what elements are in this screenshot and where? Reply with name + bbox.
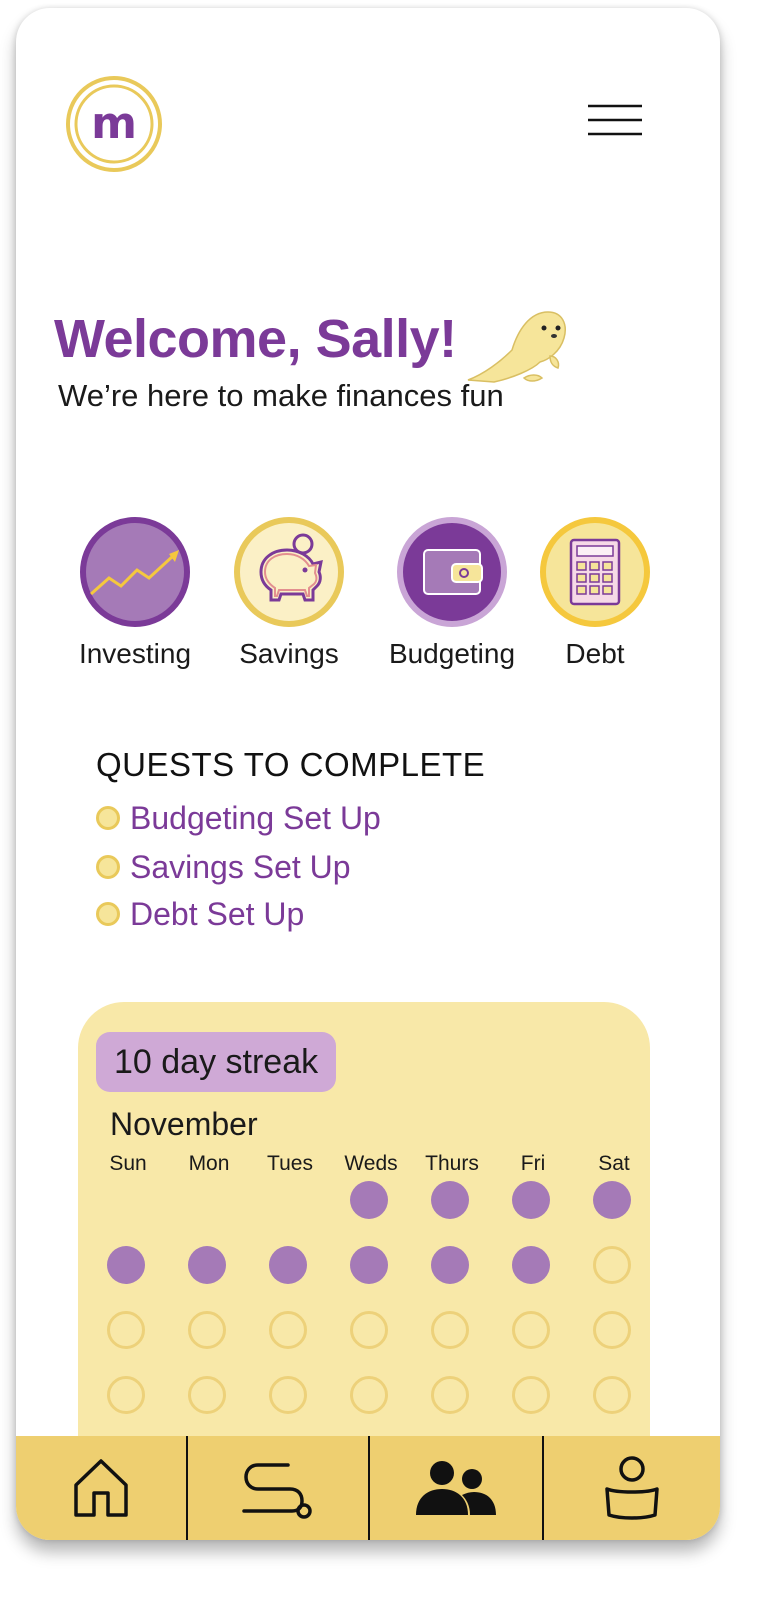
day-of-week-label: Weds: [344, 1152, 398, 1175]
bottom-navigation: [16, 1436, 720, 1540]
category-label: Savings: [239, 638, 339, 669]
seal-icon: [467, 311, 566, 383]
day-of-week-label: Thurs: [425, 1152, 479, 1175]
phone-screen: m Welcome, Sally! We’re here to make fin…: [16, 8, 720, 1540]
chart-trend-up-icon: [79, 516, 191, 628]
community-people-icon: [416, 1461, 496, 1515]
day-of-week-label: Sat: [598, 1152, 630, 1175]
nav-home-button[interactable]: [16, 1436, 186, 1540]
calendar-day-pending[interactable]: [512, 1376, 550, 1414]
day-of-week-label: Fri: [520, 1152, 546, 1175]
quest-label: Savings Set Up: [130, 848, 351, 885]
category-budgeting[interactable]: Budgeting: [368, 516, 536, 670]
wallet-icon: [396, 516, 508, 628]
quest-item-savings[interactable]: Savings Set Up: [96, 847, 351, 887]
calendar-day-pending[interactable]: [593, 1376, 631, 1414]
path-route-icon: [242, 1463, 312, 1519]
calendar-day-pending[interactable]: [431, 1376, 469, 1414]
calendar-day-completed[interactable]: [188, 1246, 226, 1284]
calendar-day-pending[interactable]: [107, 1311, 145, 1349]
calendar-day-pending[interactable]: [188, 1311, 226, 1349]
logo-letter: m: [91, 98, 137, 149]
calculator-icon: [539, 516, 651, 628]
calendar-day-completed[interactable]: [350, 1181, 388, 1219]
calendar-day-pending[interactable]: [107, 1376, 145, 1414]
logo-icon: m: [66, 76, 162, 172]
category-label: Debt: [565, 638, 625, 669]
calendar-day-pending[interactable]: [593, 1311, 631, 1349]
quest-label: Debt Set Up: [130, 895, 305, 932]
nav-profile-button[interactable]: [544, 1436, 720, 1540]
calendar-day-pending[interactable]: [350, 1311, 388, 1349]
streak-badge: 10 day streak: [96, 1032, 337, 1092]
welcome-heading: Welcome, Sally!: [54, 309, 457, 369]
home-icon: [74, 1459, 128, 1517]
day-of-week-label: Tues: [267, 1152, 313, 1175]
quests-heading: QUESTS TO COMPLETE: [96, 746, 486, 783]
calendar-day-completed[interactable]: [431, 1181, 469, 1219]
quest-item-budgeting[interactable]: Budgeting Set Up: [96, 798, 381, 838]
day-of-week-label: Sun: [109, 1152, 147, 1175]
day-of-week-label: Mon: [188, 1152, 230, 1175]
quest-label: Budgeting Set Up: [130, 799, 381, 836]
calendar-day-completed[interactable]: [431, 1246, 469, 1284]
calendar-day-pending[interactable]: [512, 1311, 550, 1349]
calendar-day-completed[interactable]: [593, 1181, 631, 1219]
category-label: Investing: [78, 638, 192, 669]
category-debt[interactable]: Debt: [520, 516, 670, 670]
calendar-day-completed[interactable]: [269, 1246, 307, 1284]
seal-mascot-illustration: [464, 304, 568, 386]
calendar-day-completed[interactable]: [107, 1246, 145, 1284]
hamburger-menu-button[interactable]: [576, 96, 656, 148]
calendar-day-pending[interactable]: [350, 1376, 388, 1414]
quest-status-dot: [96, 902, 120, 926]
calendar-day-pending[interactable]: [188, 1376, 226, 1414]
category-label: Budgeting: [388, 638, 516, 669]
calendar-day-pending[interactable]: [269, 1311, 307, 1349]
quest-status-dot: [96, 855, 120, 879]
category-investing[interactable]: Investing: [60, 516, 210, 670]
calendar-day-pending[interactable]: [593, 1246, 631, 1284]
category-savings[interactable]: Savings: [214, 516, 364, 670]
piggy-bank-icon: [233, 516, 345, 628]
quest-item-debt[interactable]: Debt Set Up: [96, 894, 304, 934]
nav-path-button[interactable]: [188, 1436, 368, 1540]
calendar-day-pending[interactable]: [431, 1311, 469, 1349]
calendar-month: November: [110, 1106, 258, 1142]
calendar-day-pending[interactable]: [269, 1376, 307, 1414]
quest-status-dot: [96, 806, 120, 830]
welcome-subtitle: We’re here to make finances fun: [58, 378, 504, 413]
app-logo[interactable]: m: [64, 74, 164, 174]
calendar-day-completed[interactable]: [512, 1246, 550, 1284]
hamburger-menu-icon: [588, 104, 642, 136]
profile-icon: [605, 1456, 659, 1520]
calendar-day-completed[interactable]: [350, 1246, 388, 1284]
nav-community-button[interactable]: [370, 1436, 542, 1540]
calendar-day-completed[interactable]: [512, 1181, 550, 1219]
